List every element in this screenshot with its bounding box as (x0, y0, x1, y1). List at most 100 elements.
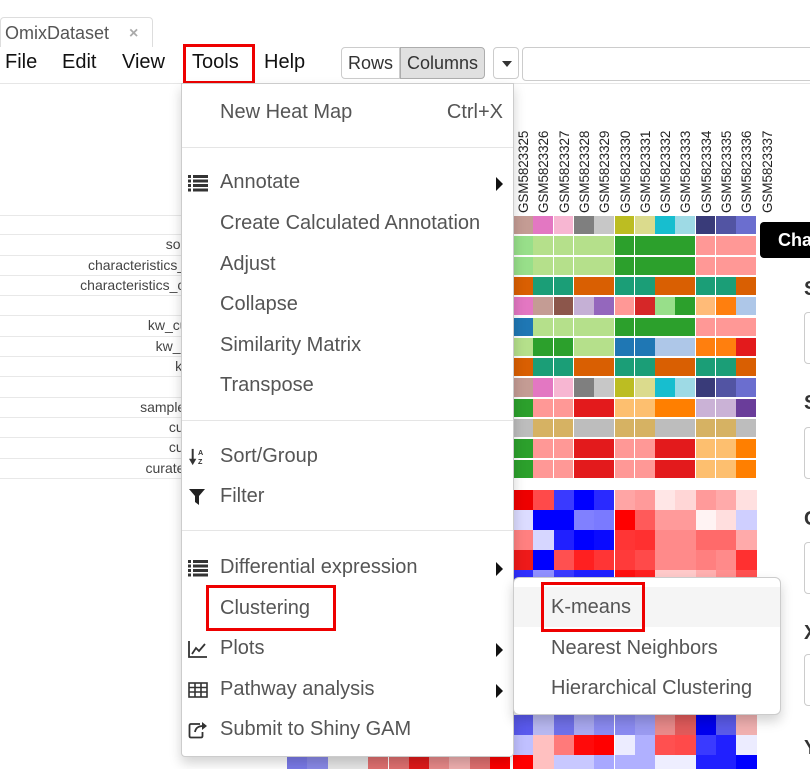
annotation-cell[interactable] (655, 216, 675, 235)
annotation-cell[interactable] (634, 337, 655, 357)
heatmap-cell[interactable] (553, 715, 574, 735)
heatmap-cell[interactable] (533, 509, 554, 530)
annotation-cell[interactable] (594, 276, 614, 296)
heatmap-cell[interactable] (533, 735, 554, 755)
annotation-cell[interactable] (594, 358, 614, 377)
heatmap-cell[interactable] (513, 735, 534, 755)
heatmap-cell[interactable] (614, 549, 635, 570)
annotation-cell[interactable] (553, 236, 574, 255)
annotation-cell[interactable] (736, 459, 757, 478)
annotation-cell[interactable] (594, 378, 614, 397)
heatmap-cell[interactable] (634, 489, 656, 510)
annotation-cell[interactable] (533, 256, 554, 275)
annotation-cell[interactable] (614, 216, 635, 235)
heatmap-cell[interactable] (513, 549, 534, 570)
heatmap-cell[interactable] (675, 549, 696, 570)
heatmap-cell[interactable] (614, 735, 635, 755)
annotation-cell[interactable] (513, 439, 533, 458)
menu-item-differential-expression[interactable]: Differential expression (182, 550, 513, 586)
heatmap-cell[interactable] (736, 509, 757, 530)
heatmap-cell[interactable] (634, 755, 656, 769)
menu-item-submit-shiny-gam[interactable]: Submit to Shiny GAM (182, 712, 513, 748)
annotation-cell[interactable] (634, 236, 655, 255)
heatmap-cell[interactable] (553, 489, 574, 510)
annotation-cell[interactable] (533, 276, 554, 296)
annotation-cell[interactable] (594, 439, 614, 458)
heatmap-cell[interactable] (736, 549, 757, 570)
heatmap-cell[interactable] (449, 757, 470, 769)
annotation-cell[interactable] (634, 419, 655, 438)
annotation-cell[interactable] (573, 297, 594, 316)
annotation-cell[interactable] (716, 256, 736, 275)
menu-edit[interactable]: Edit (62, 51, 96, 74)
menu-item-create-calculated-annotation[interactable]: Create Calculated Annotation (182, 206, 513, 242)
heatmap-cell[interactable] (675, 715, 696, 735)
annotation-cell[interactable] (695, 459, 716, 478)
heatmap-cell[interactable] (675, 489, 696, 510)
heatmap-cell[interactable] (594, 529, 615, 550)
annotation-cell[interactable] (513, 378, 533, 397)
annotation-cell[interactable] (634, 459, 655, 478)
heatmap-cell[interactable] (368, 757, 389, 769)
annotation-cell[interactable] (736, 419, 757, 438)
column-header[interactable]: GSM5823334 (696, 105, 716, 213)
annotation-cell[interactable] (614, 459, 635, 478)
heatmap-cell[interactable] (655, 509, 676, 530)
heatmap-cell[interactable] (716, 529, 737, 550)
heatmap-cell[interactable] (594, 489, 615, 510)
annotation-cell[interactable] (594, 419, 614, 438)
heatmap-cell[interactable] (716, 755, 737, 769)
annotation-cell[interactable] (553, 297, 574, 316)
heatmap-cell[interactable] (513, 529, 534, 550)
annotation-cell[interactable] (655, 419, 675, 438)
heatmap-cell[interactable] (513, 755, 534, 769)
annotation-cell[interactable] (716, 358, 736, 377)
annotation-cell[interactable] (655, 398, 675, 417)
heatmap-cell[interactable] (573, 489, 595, 510)
heatmap-cell[interactable] (716, 509, 737, 530)
menu-view[interactable]: View (122, 51, 165, 74)
annotation-cell[interactable] (573, 256, 594, 275)
heatmap-cell[interactable] (614, 509, 635, 530)
heatmap-cell[interactable] (594, 735, 615, 755)
annotation-cell[interactable] (675, 398, 696, 417)
annotation-cell[interactable] (594, 337, 614, 357)
annotation-cell[interactable] (716, 439, 736, 458)
annotation-cell[interactable] (695, 256, 716, 275)
heatmap-cell[interactable] (655, 715, 676, 735)
annotation-cell[interactable] (695, 317, 716, 336)
annotation-cell[interactable] (716, 378, 736, 397)
close-icon[interactable]: × (129, 25, 138, 43)
annotation-cell[interactable] (634, 216, 655, 235)
annotation-cell[interactable] (675, 297, 696, 316)
heatmap-cell[interactable] (553, 509, 574, 530)
heatmap-cell[interactable] (675, 755, 696, 769)
heatmap-cell[interactable] (655, 529, 676, 550)
menu-item-sort-group[interactable]: AZ Sort/Group (182, 439, 513, 475)
annotation-cell[interactable] (634, 439, 655, 458)
annotation-cell[interactable] (553, 276, 574, 296)
annotation-cell[interactable] (533, 297, 554, 316)
menu-item-transpose[interactable]: Transpose (182, 368, 513, 404)
heatmap-cell[interactable] (634, 715, 656, 735)
annotation-cell[interactable] (655, 256, 675, 275)
annotation-cell[interactable] (695, 236, 716, 255)
heatmap-cell[interactable] (573, 735, 595, 755)
heatmap-cell[interactable] (469, 757, 490, 769)
heatmap-cell[interactable] (634, 529, 656, 550)
submenu-item-kmeans[interactable]: K-means (514, 587, 780, 627)
annotation-cell[interactable] (513, 317, 533, 336)
annotation-cell[interactable] (716, 276, 736, 296)
heatmap-cell[interactable] (533, 529, 554, 550)
column-header[interactable]: GSM5823332 (655, 105, 675, 213)
heatmap-cell[interactable] (594, 755, 615, 769)
menu-file[interactable]: File (5, 51, 37, 74)
annotation-cell[interactable] (695, 358, 716, 377)
menu-tools[interactable]: Tools (192, 51, 239, 74)
annotation-cell[interactable] (736, 378, 757, 397)
annotation-cell[interactable] (573, 216, 594, 235)
annotation-cell[interactable] (736, 317, 757, 336)
annotation-cell[interactable] (614, 358, 635, 377)
annotation-cell[interactable] (675, 378, 696, 397)
annotation-cell[interactable] (594, 216, 614, 235)
